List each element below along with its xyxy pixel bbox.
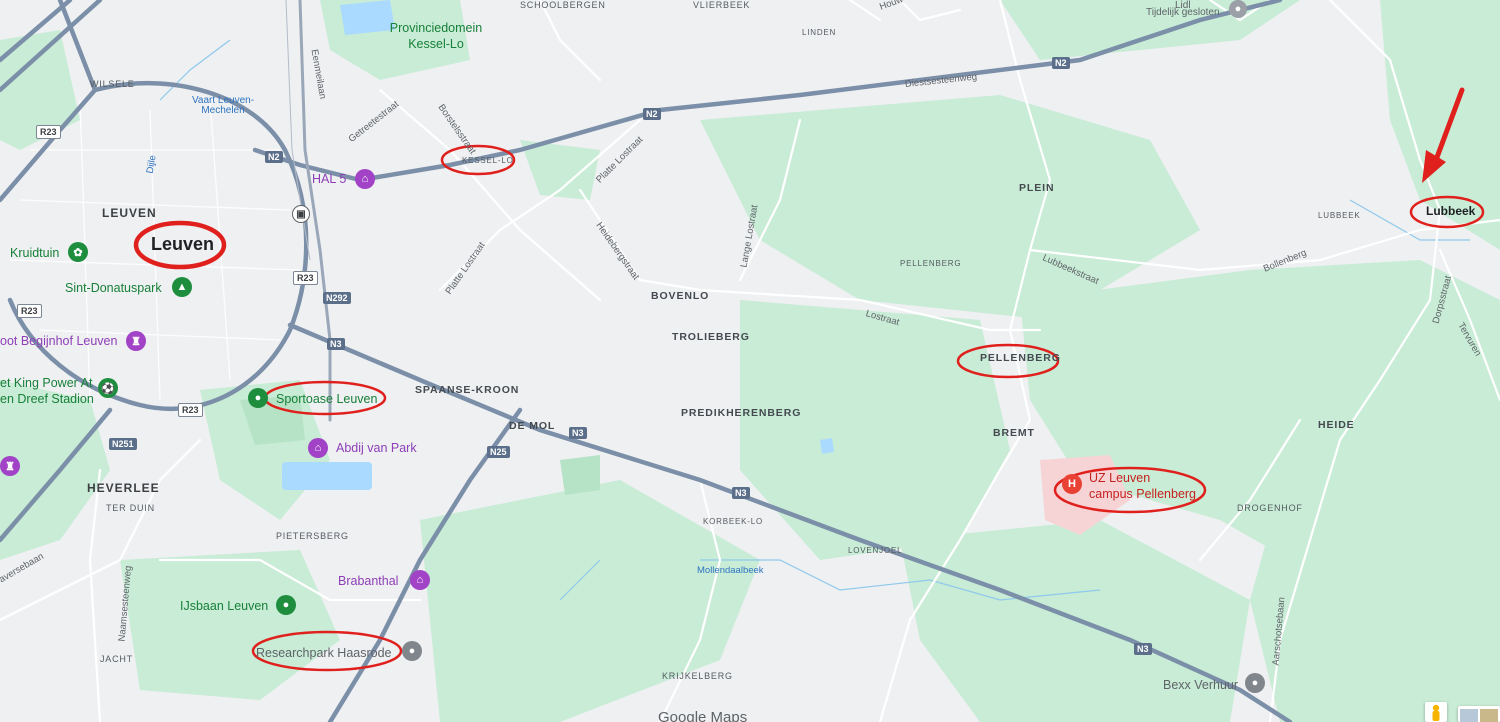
- poi-abdij[interactable]: Abdij van Park: [336, 441, 417, 455]
- shield-n2-mid: N2: [643, 108, 661, 120]
- poi-begijnhof[interactable]: oot Begijnhof Leuven: [0, 334, 117, 348]
- place-kessel-lo: KESSEL-LO: [462, 156, 514, 165]
- museum-icon[interactable]: ♜: [0, 456, 20, 476]
- place-wilsele: WILSELE: [90, 79, 135, 89]
- place-bremt: BREMT: [993, 427, 1035, 439]
- museum-icon[interactable]: ⌂: [355, 169, 375, 189]
- poi-sportoase[interactable]: Sportoase Leuven: [276, 392, 377, 406]
- museum-icon[interactable]: ♜: [126, 331, 146, 351]
- place-drogenhof: DROGENHOF: [1237, 503, 1303, 513]
- place-icon[interactable]: ●: [276, 595, 296, 615]
- place-leuven: LEUVEN: [102, 206, 157, 220]
- place-linden: LINDEN: [802, 28, 837, 37]
- poi-researchpark[interactable]: Researchpark Haasrode: [256, 646, 392, 660]
- park-icon[interactable]: ▲: [172, 277, 192, 297]
- place-icon[interactable]: ●: [1229, 0, 1247, 18]
- google-maps-logo: Google Maps: [658, 709, 748, 722]
- shield-r23-e: R23: [293, 271, 318, 285]
- place-pietersberg: PIETERSBERG: [276, 531, 349, 541]
- shield-n2-west: N2: [265, 151, 283, 163]
- hospital-icon[interactable]: H: [1062, 474, 1082, 494]
- shield-n3-west: N3: [327, 338, 345, 350]
- place-krijkelberg: KRIJKELBERG: [662, 671, 733, 681]
- place-predikherenberg: PREDIKHERENBERG: [681, 407, 802, 419]
- poi-king-power[interactable]: et King Power At: [0, 376, 92, 390]
- shield-r23-s: R23: [178, 403, 203, 417]
- street-mollendaalbeek: Mollendaalbeek: [697, 565, 764, 576]
- place-icon[interactable]: ●: [402, 641, 422, 661]
- annotation-leuven: Leuven: [151, 234, 215, 254]
- waterway-vaart: Vaart Leuven-Mechelen: [191, 95, 255, 116]
- place-heide: HEIDE: [1318, 419, 1355, 431]
- shield-n25: N25: [487, 446, 510, 458]
- poi-kruidtuin[interactable]: Kruidtuin: [10, 246, 59, 260]
- poi-sint-donatuspark[interactable]: Sint-Donatuspark: [65, 281, 162, 295]
- map-canvas[interactable]: SCHOOLBERGEN VLIERBEEK LINDEN WILSELE LE…: [0, 0, 1500, 722]
- poi-hal5[interactable]: HAL 5: [312, 172, 346, 186]
- poi-brabanthal[interactable]: Brabanthal: [338, 574, 398, 588]
- pegman-control[interactable]: [1425, 702, 1447, 722]
- poi-lidl: Lidl: [1175, 0, 1191, 11]
- pegman-icon: [1432, 704, 1440, 721]
- place-schoolbergen: SCHOOLBERGEN: [520, 0, 606, 10]
- poi-ijsbaan[interactable]: IJsbaan Leuven: [180, 599, 268, 613]
- poi-provinciedomein[interactable]: Provinciedomein Kessel-Lo: [386, 20, 486, 52]
- stadium-icon[interactable]: ⚽: [98, 378, 118, 398]
- poi-dreef-stadion[interactable]: en Dreef Stadion: [0, 392, 94, 406]
- layers-control[interactable]: [1458, 706, 1500, 722]
- place-pellenberg-upper: PELLENBERG: [900, 259, 962, 268]
- shield-r23-w: R23: [17, 304, 42, 318]
- place-trolieberg: TROLIEBERG: [672, 331, 750, 343]
- shield-n251: N251: [109, 438, 137, 450]
- shield-n292: N292: [323, 292, 351, 304]
- layers-icon: [1460, 709, 1498, 722]
- place-jacht: JACHT: [100, 654, 133, 664]
- place-heverlee: HEVERLEE: [87, 481, 160, 495]
- museum-icon[interactable]: ⌂: [308, 438, 328, 458]
- museum-icon[interactable]: ⌂: [410, 570, 430, 590]
- place-pellenberg: PELLENBERG: [980, 352, 1061, 364]
- place-korbeek-lo: KORBEEK-LO: [703, 517, 764, 526]
- place-bovenlo: BOVENLO: [651, 290, 710, 302]
- shield-n3-east: N3: [732, 487, 750, 499]
- poi-uz-leuven[interactable]: UZ Leuven: [1089, 470, 1150, 486]
- place-lovenjoel: LOVENJOEL: [848, 546, 903, 555]
- place-ter-duin: TER DUIN: [106, 503, 155, 513]
- train-station-icon[interactable]: ▣: [292, 205, 310, 223]
- poi-bexx[interactable]: Bexx Verhuur: [1163, 678, 1238, 692]
- shield-n3-mid: N3: [569, 427, 587, 439]
- poi-campus-pellenberg[interactable]: campus Pellenberg: [1089, 486, 1196, 502]
- place-lubbeek: LUBBEEK: [1318, 211, 1361, 220]
- place-de-mol: DE MOL: [509, 420, 556, 432]
- place-spaanse-kroon: SPAANSE-KROON: [415, 384, 520, 396]
- shield-r23-nw: R23: [36, 125, 61, 139]
- place-icon[interactable]: ●: [248, 388, 268, 408]
- shield-n2-east: N2: [1052, 57, 1070, 69]
- place-plein: PLEIN: [1019, 182, 1055, 194]
- place-icon[interactable]: ●: [1245, 673, 1265, 693]
- annotation-lubbeek: Lubbeek: [1426, 204, 1476, 218]
- place-vlierbeek: VLIERBEEK: [693, 0, 751, 10]
- shield-n3-far: N3: [1134, 643, 1152, 655]
- park-icon[interactable]: ✿: [68, 242, 88, 262]
